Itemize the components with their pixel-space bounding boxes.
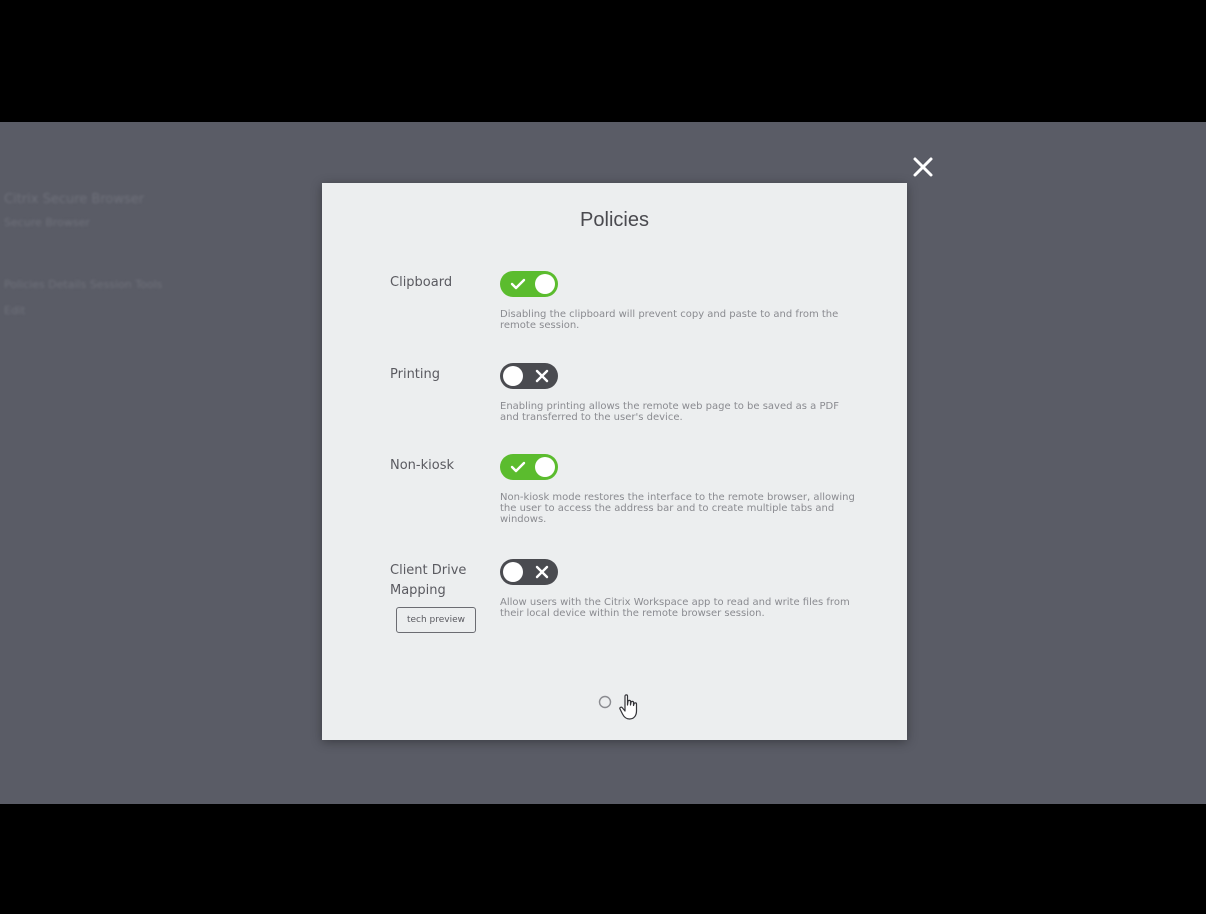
policy-label: Client Drive Mapping bbox=[390, 563, 467, 598]
check-icon bbox=[510, 461, 526, 473]
x-icon bbox=[535, 369, 549, 383]
letterbox-top bbox=[0, 0, 1206, 122]
letterbox-bottom bbox=[0, 804, 1206, 914]
policy-description: Non-kiosk mode restores the interface to… bbox=[500, 492, 855, 525]
policy-label: Printing bbox=[390, 367, 441, 382]
clipboard-toggle[interactable] bbox=[500, 271, 558, 297]
background-links: Policies Details Session Tools bbox=[4, 278, 163, 291]
client-drive-mapping-toggle[interactable] bbox=[500, 559, 558, 585]
x-icon bbox=[535, 565, 549, 579]
toggle-knob bbox=[503, 366, 523, 386]
close-button[interactable] bbox=[906, 150, 940, 184]
policy-label: Clipboard bbox=[390, 275, 453, 290]
printing-toggle[interactable] bbox=[500, 363, 558, 389]
background-small: Edit bbox=[4, 304, 26, 317]
toggle-knob bbox=[535, 457, 555, 477]
background-title: Citrix Secure Browser bbox=[4, 192, 145, 207]
policy-description: Enabling printing allows the remote web … bbox=[500, 401, 839, 423]
policy-description: Allow users with the Citrix Workspace ap… bbox=[500, 597, 850, 619]
policy-description: Disabling the clipboard will prevent cop… bbox=[500, 309, 839, 331]
background-subtitle: Secure Browser bbox=[4, 216, 90, 229]
page-indicator-dot[interactable] bbox=[598, 695, 612, 709]
policies-dialog: Policies Clipboard Disabling the clipboa… bbox=[322, 183, 907, 740]
close-icon bbox=[913, 157, 933, 177]
non-kiosk-toggle[interactable] bbox=[500, 454, 558, 480]
tech-preview-badge: tech preview bbox=[396, 607, 476, 633]
policy-label: Non-kiosk bbox=[390, 458, 455, 473]
toggle-knob bbox=[535, 274, 555, 294]
dialog-title: Policies bbox=[580, 209, 649, 231]
check-icon bbox=[510, 278, 526, 290]
hand-cursor-icon bbox=[619, 694, 638, 720]
toggle-knob bbox=[503, 562, 523, 582]
